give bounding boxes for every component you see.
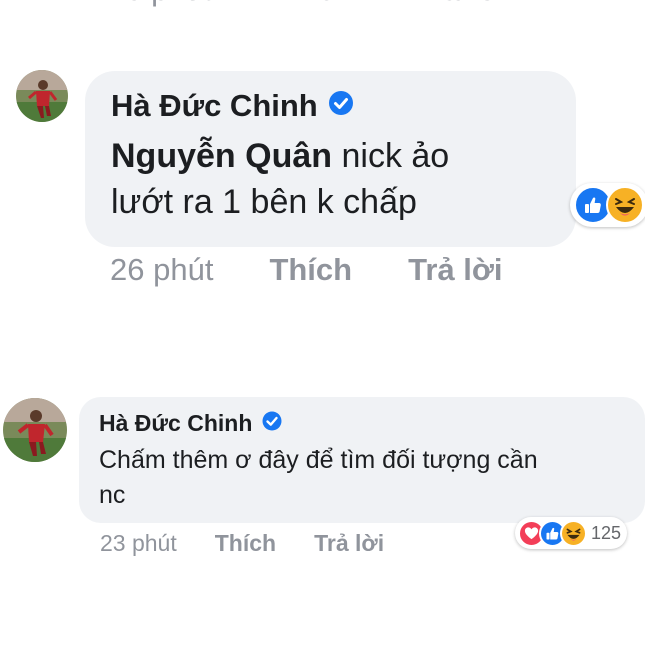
- comment-author: Hà Đức Chinh: [111, 85, 550, 127]
- mention-link[interactable]: Nguyễn Quân: [111, 137, 332, 175]
- author-name[interactable]: Hà Đức Chinh: [99, 410, 252, 437]
- previous-reply-button[interactable]: Trả lời: [414, 0, 508, 8]
- avatar[interactable]: [3, 398, 67, 462]
- facebook-comments-screen: 26 phút Thích Trả lời Hà Đức Chinh: [0, 0, 645, 645]
- comment-text: Nguyễn Quân nick ảo lướt ra 1 bên k chấp: [111, 133, 550, 225]
- haha-icon: [560, 519, 587, 547]
- comment-time[interactable]: 23 phút: [100, 530, 177, 557]
- comment-actions: 26 phút Thích Trả lời: [110, 252, 503, 288]
- comment-text-line2: lướt ra 1 bên k chấp: [111, 183, 417, 221]
- previous-comment-time: 26 phút: [108, 0, 211, 8]
- previous-comment-actions: 26 phút Thích Trả lời: [108, 0, 509, 8]
- reactions-summary[interactable]: 125: [515, 517, 628, 549]
- haha-icon: [606, 186, 644, 224]
- verified-badge-icon: [262, 410, 282, 437]
- comment-text-line1: Chấm thêm ơ đây để tìm đối tượng cần: [99, 446, 538, 474]
- comment-bubble: Hà Đức Chinh Nguyễn Quân nick ảo lướt ra…: [85, 71, 576, 247]
- author-name[interactable]: Hà Đức Chinh: [111, 88, 318, 124]
- previous-like-button[interactable]: Thích: [271, 0, 354, 8]
- comment-bubble: Hà Đức Chinh Chấm thêm ơ đây để tìm đối …: [79, 397, 645, 523]
- reactions-summary[interactable]: [570, 183, 645, 227]
- verified-badge-icon: [328, 88, 354, 124]
- reply-button[interactable]: Trả lời: [408, 252, 502, 288]
- reaction-count: 125: [591, 522, 622, 543]
- comment-text-line2: nc: [99, 481, 126, 509]
- like-button[interactable]: Thích: [269, 252, 352, 288]
- comment-text: Chấm thêm ơ đây để tìm đối tượng cần nc: [99, 443, 625, 513]
- comment-time[interactable]: 26 phút: [110, 252, 213, 288]
- comment-actions: 23 phút Thích Trả lời: [100, 530, 384, 557]
- reply-button[interactable]: Trả lời: [314, 530, 384, 557]
- comment-author: Hà Đức Chinh: [99, 407, 625, 439]
- comment-text-line1: nick ảo: [332, 137, 450, 175]
- like-button[interactable]: Thích: [215, 530, 276, 557]
- avatar[interactable]: [16, 70, 68, 122]
